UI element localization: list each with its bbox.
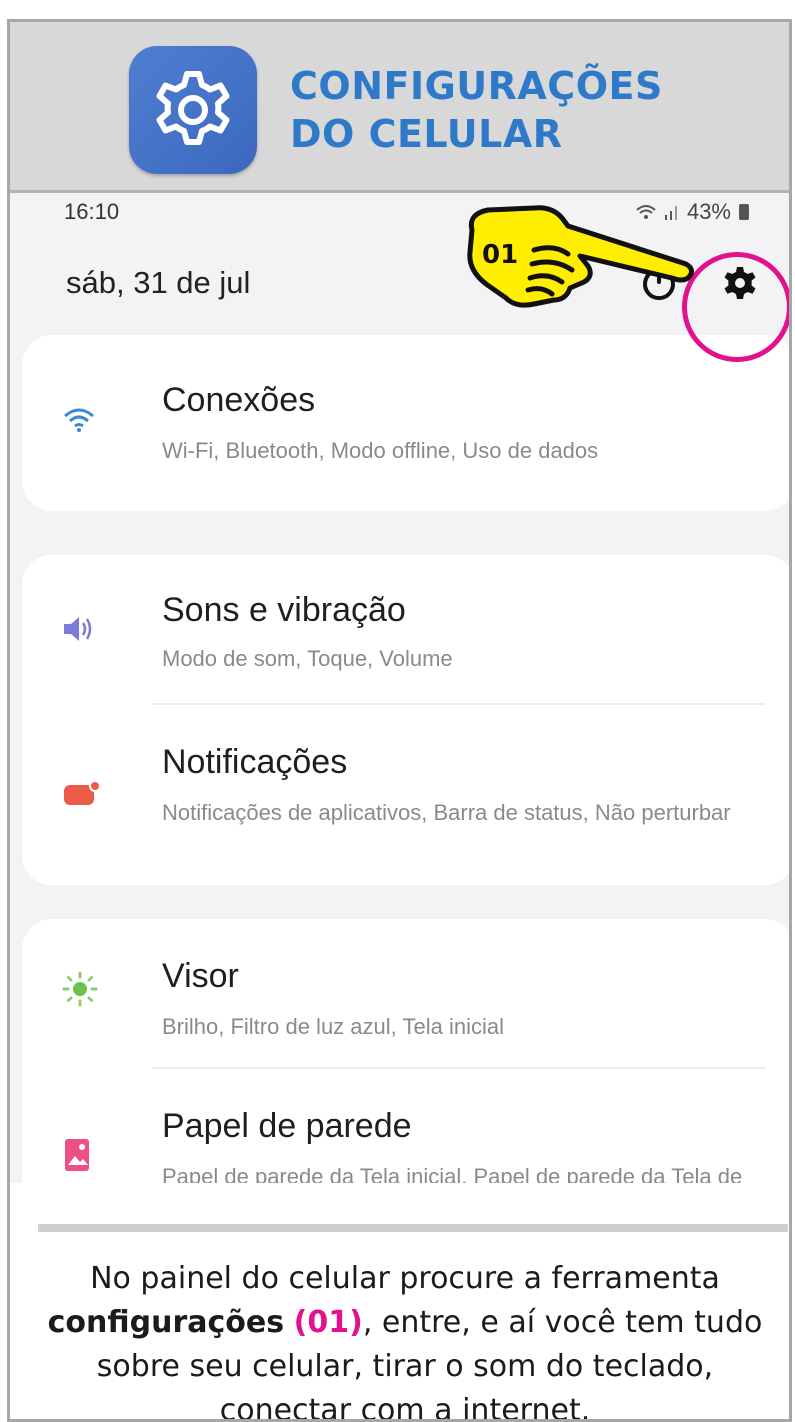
settings-item-title: Notificações	[162, 743, 348, 781]
battery-icon	[739, 204, 749, 220]
settings-item-subtitle: Brilho, Filtro de luz azul, Tela inicial	[162, 1014, 504, 1039]
settings-item-subtitle: Notificações de aplicativos, Barra de st…	[162, 800, 731, 825]
wifi-icon	[64, 408, 94, 432]
status-time: 16:10	[64, 199, 120, 224]
banner-title: CONFIGURAÇÕES DO CELULAR	[290, 62, 730, 158]
settings-card-sounds-notifications: Sons e vibração Modo de som, Toque, Volu…	[22, 555, 789, 885]
settings-item-connections[interactable]: Conexões Wi-Fi, Bluetooth, Modo offline,…	[22, 335, 789, 511]
brightness-icon	[62, 971, 98, 1007]
settings-item-title: Visor	[162, 957, 239, 995]
settings-item-subtitle: Papel de parede da Tela inicial, Papel d…	[162, 1164, 743, 1183]
settings-item-notifications[interactable]: Notificações Notificações de aplicativos…	[22, 705, 789, 885]
banner-title-line-1: CONFIGURAÇÕES	[290, 64, 663, 108]
settings-app-icon	[129, 46, 257, 174]
wallpaper-icon	[65, 1139, 89, 1171]
settings-list: Conexões Wi-Fi, Bluetooth, Modo offline,…	[10, 303, 789, 1183]
settings-item-subtitle: Modo de som, Toque, Volume	[162, 646, 453, 671]
settings-card-display: Visor Brilho, Filtro de luz azul, Tela i…	[22, 919, 789, 1183]
settings-item-sounds[interactable]: Sons e vibração Modo de som, Toque, Volu…	[22, 555, 789, 700]
volume-icon	[64, 617, 92, 641]
settings-item-subtitle: Wi-Fi, Bluetooth, Modo offline, Uso de d…	[162, 438, 599, 463]
settings-item-title: Conexões	[162, 381, 316, 419]
banner-title-line-2: DO CELULAR	[290, 112, 563, 156]
settings-item-title: Papel de parede	[162, 1107, 412, 1145]
settings-gear-icon	[156, 71, 230, 145]
settings-item-display[interactable]: Visor Brilho, Filtro de luz azul, Tela i…	[22, 919, 789, 1064]
header-banner: CONFIGURAÇÕES DO CELULAR	[10, 22, 789, 193]
caption-step-number: (01)	[293, 1305, 363, 1340]
caption-text-1: No painel do celular procure a ferrament…	[90, 1261, 720, 1296]
annotation-label: 01	[482, 240, 519, 270]
tutorial-frame: CONFIGURAÇÕES DO CELULAR 16:10 43% sáb, …	[7, 19, 792, 1422]
caption-divider	[38, 1224, 788, 1232]
settings-item-wallpaper[interactable]: Papel de parede Papel de parede da Tela …	[22, 1069, 789, 1183]
instruction-caption: No painel do celular procure a ferrament…	[30, 1257, 780, 1419]
notification-icon	[64, 780, 101, 805]
quick-panel-date: sáb, 31 de jul	[66, 265, 251, 300]
settings-item-title: Sons e vibração	[162, 591, 406, 629]
caption-bold: configurações	[47, 1305, 285, 1340]
settings-card-connections: Conexões Wi-Fi, Bluetooth, Modo offline,…	[22, 335, 789, 511]
